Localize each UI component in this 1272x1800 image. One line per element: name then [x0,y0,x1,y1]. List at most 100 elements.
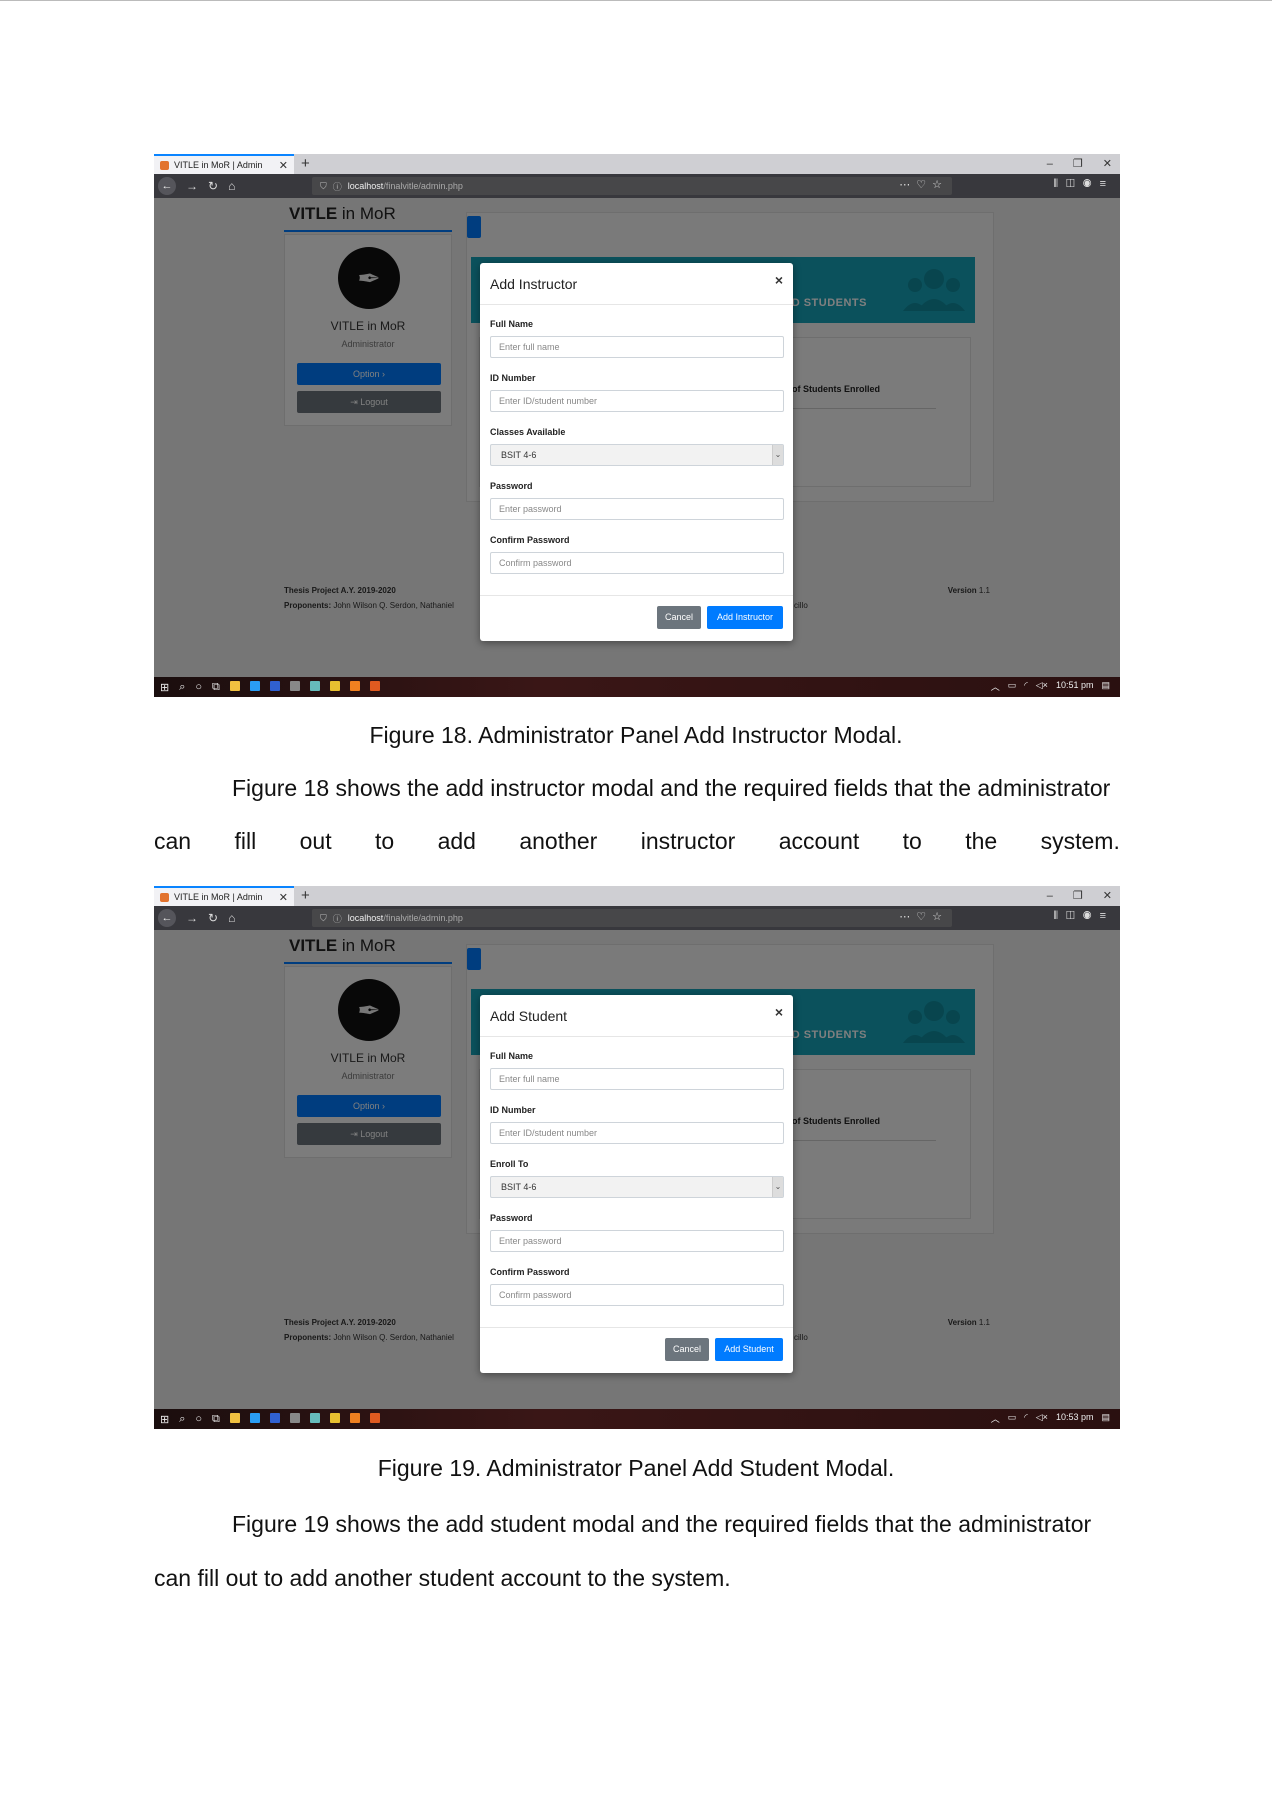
toolbar-menu-icon[interactable]: ⫴◫◉≡ [1053,178,1114,191]
full-name-input[interactable]: Enter full name [490,1068,784,1090]
enroll-to-select[interactable]: BSIT 4-6 ⌄ [490,1176,784,1198]
xampp-icon[interactable] [349,1412,360,1423]
cortana-icon[interactable]: ○ [195,1413,202,1426]
confirm-password-input[interactable]: Confirm password [490,552,784,574]
url-host: localhost [347,181,384,191]
edge-icon[interactable] [249,1412,260,1423]
cortana-icon[interactable]: ○ [195,681,202,694]
browser-tab-bar: VITLE in MoR | Admin ✕ + – ❐ ✕ [154,154,1120,174]
classes-available-label: Classes Available [490,427,566,437]
forward-icon[interactable]: → [186,179,198,193]
word-icon[interactable] [269,1412,280,1423]
forward-icon[interactable]: → [186,911,198,925]
browser-tab[interactable]: VITLE in MoR | Admin ✕ [154,154,294,174]
tab-close-icon[interactable]: ✕ [279,159,288,172]
chevron-down-icon[interactable]: ⌄ [772,445,783,465]
volume-icon[interactable]: ◁× [1036,1412,1048,1425]
window-controls: – ❐ ✕ [1047,886,1112,906]
minimize-icon[interactable]: – [1047,886,1053,906]
window-controls: – ❐ ✕ [1047,154,1112,174]
app-icon[interactable] [309,1412,320,1423]
browser-tab[interactable]: VITLE in MoR | Admin ✕ [154,886,294,906]
chrome-icon[interactable] [329,680,340,691]
shield-icon: ⛉ [320,180,327,191]
firefox-icon[interactable] [369,680,380,691]
modal-footer-divider [480,1327,793,1328]
figure-19-paragraph-line1: Figure 19 shows the add student modal an… [232,1511,1092,1537]
url-host: localhost [347,913,384,923]
system-tray: ︿ ▭ ◜ ◁× 10:51 pm ▤ [991,680,1110,693]
firefox-icon[interactable] [369,1412,380,1423]
modal-close-icon[interactable]: × [775,1004,783,1020]
reload-icon[interactable]: ↻ [208,179,218,193]
page-actions-icon[interactable]: ⋯♡☆ [899,910,948,923]
page-actions-icon[interactable]: ⋯♡☆ [899,178,948,191]
restore-icon[interactable]: ❐ [1073,886,1083,906]
close-window-icon[interactable]: ✕ [1103,154,1112,174]
chrome-icon[interactable] [329,1412,340,1423]
app-icon[interactable] [309,680,320,691]
restore-icon[interactable]: ❐ [1073,154,1083,174]
add-student-button[interactable]: Add Student [715,1338,783,1361]
edge-icon[interactable] [249,680,260,691]
windows-taskbar: ⊞ ⌕ ○ ⧉ ︿ ▭ ◜ ◁× 10:51 pm ▤ [154,677,1120,697]
home-icon[interactable]: ⌂ [228,911,235,925]
file-explorer-icon[interactable] [229,1412,240,1423]
new-tab-icon[interactable]: + [301,154,310,174]
favicon-icon [160,892,169,902]
id-number-label: ID Number [490,373,536,383]
cancel-button[interactable]: Cancel [665,1338,709,1361]
address-bar[interactable]: ⛉ ⓘ localhost/finalvitle/admin.php [312,909,952,927]
battery-icon: ▭ [1007,1412,1017,1422]
windows-start-icon[interactable]: ⊞ [160,1413,169,1426]
tab-close-icon[interactable]: ✕ [279,891,288,904]
reload-icon[interactable]: ↻ [208,911,218,925]
battery-icon: ▭ [1007,680,1017,690]
volume-icon[interactable]: ◁× [1036,680,1048,693]
close-window-icon[interactable]: ✕ [1103,886,1112,906]
notification-icon[interactable]: ▤ [1101,1412,1110,1425]
cancel-button[interactable]: Cancel [657,606,701,629]
windows-start-icon[interactable]: ⊞ [160,681,169,694]
tray-chevron-icon[interactable]: ︿ [991,680,1000,693]
tray-chevron-icon[interactable]: ︿ [991,1412,1000,1425]
add-instructor-button[interactable]: Add Instructor [707,606,783,629]
wifi-icon: ◜ [1024,1412,1028,1422]
word-icon[interactable] [269,680,280,691]
task-view-icon[interactable]: ⧉ [212,681,220,694]
modal-close-icon[interactable]: × [775,272,783,288]
tab-title: VITLE in MoR | Admin [174,892,263,902]
id-number-input[interactable]: Enter ID/student number [490,390,784,412]
clock-time[interactable]: 10:51 pm [1056,680,1094,693]
toolbar-menu-icon[interactable]: ⫴◫◉≡ [1053,910,1114,923]
password-input[interactable]: Enter password [490,1230,784,1252]
app-icon[interactable] [289,680,300,691]
search-icon[interactable]: ⌕ [179,1413,185,1426]
notification-icon[interactable]: ▤ [1101,680,1110,693]
browser-nav-bar: ← → ↻ ⌂ ⛉ ⓘ localhost/finalvitle/admin.p… [154,174,1120,198]
full-name-input[interactable]: Enter full name [490,336,784,358]
back-icon[interactable]: ← [158,177,176,195]
confirm-password-input[interactable]: Confirm password [490,1284,784,1306]
select-value: BSIT 4-6 [501,450,537,460]
classes-available-select[interactable]: BSIT 4-6 ⌄ [490,444,784,466]
home-icon[interactable]: ⌂ [228,179,235,193]
new-tab-icon[interactable]: + [301,886,310,906]
xampp-icon[interactable] [349,680,360,691]
minimize-icon[interactable]: – [1047,154,1053,174]
back-icon[interactable]: ← [158,909,176,927]
app-icon[interactable] [289,1412,300,1423]
add-instructor-modal: Add Instructor × Full Name Enter full na… [480,263,793,641]
task-view-icon[interactable]: ⧉ [212,1413,220,1426]
figure-19-paragraph-line2: can fill out to add another student acco… [154,1565,731,1591]
modal-header-divider [480,1036,793,1037]
address-bar[interactable]: ⛉ ⓘ localhost/finalvitle/admin.php [312,177,952,195]
clock-time[interactable]: 10:53 pm [1056,1412,1094,1425]
admin-page: VITLE in MoR ✒ VITLE in MoR Administrato… [154,930,1120,1409]
file-explorer-icon[interactable] [229,680,240,691]
password-input[interactable]: Enter password [490,498,784,520]
chevron-down-icon[interactable]: ⌄ [772,1177,783,1197]
search-icon[interactable]: ⌕ [179,681,185,694]
id-number-input[interactable]: Enter ID/student number [490,1122,784,1144]
windows-taskbar: ⊞ ⌕ ○ ⧉ ︿ ▭ ◜ ◁× 10:53 pm ▤ [154,1409,1120,1429]
